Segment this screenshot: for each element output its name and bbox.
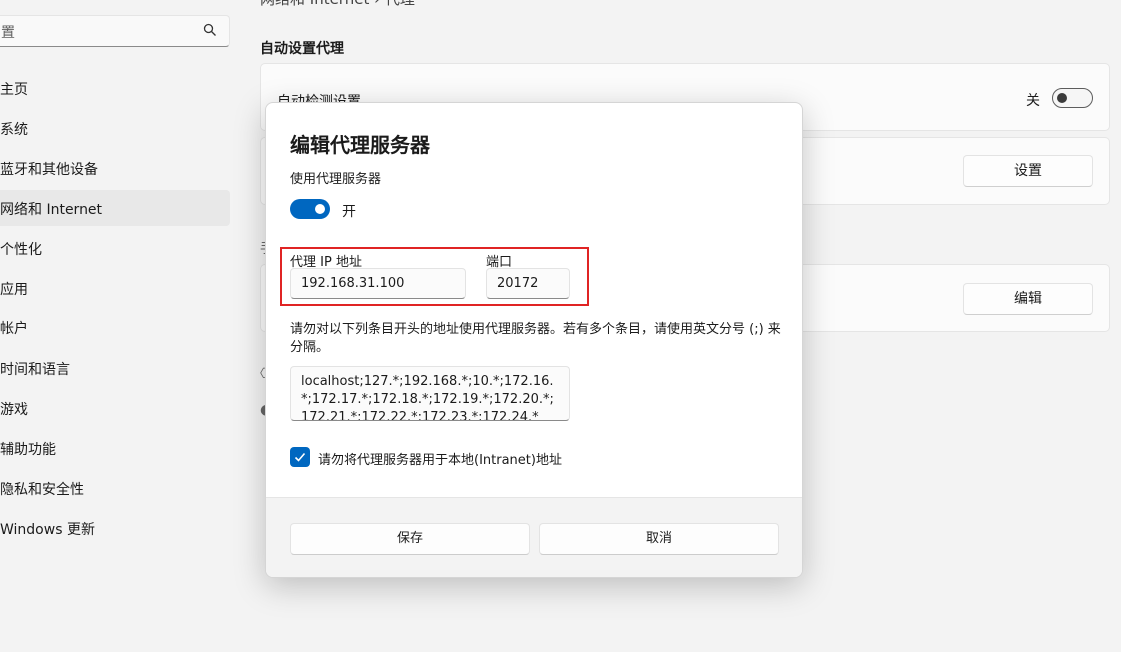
edit-button[interactable]: 编辑	[963, 283, 1093, 315]
sidebar-item-apps[interactable]: 应用	[0, 270, 230, 306]
dialog-footer: 保存 取消	[266, 497, 802, 577]
toggle-knob	[315, 204, 325, 214]
search-input[interactable]: 置	[0, 15, 230, 47]
sidebar-item-accounts[interactable]: 帐户	[0, 309, 230, 345]
toggle-knob	[1057, 93, 1067, 103]
sidebar-item-accessibility[interactable]: 辅助功能	[0, 430, 230, 466]
sidebar-item-label: Windows 更新	[0, 522, 95, 538]
local-address-checkbox[interactable]	[290, 447, 310, 467]
sidebar-item-label: 时间和语言	[0, 362, 70, 378]
sidebar-item-time-language[interactable]: 时间和语言	[0, 350, 230, 386]
setup-button[interactable]: 设置	[963, 155, 1093, 187]
sidebar-item-label: 应用	[0, 282, 28, 298]
exceptions-description: 请勿对以下列条目开头的地址使用代理服务器。若有多个条目，请使用英文分号 (;) …	[290, 322, 781, 355]
auto-proxy-section-title: 自动设置代理	[260, 41, 344, 57]
sidebar: 置 主页 系统 蓝牙和其他设备 网络和 Internet 个性化 应用 帐户 时…	[0, 0, 240, 652]
sidebar-item-gaming[interactable]: 游戏	[0, 390, 230, 426]
search-icon[interactable]	[203, 23, 217, 37]
port-input[interactable]: 20172	[486, 268, 570, 299]
use-proxy-toggle[interactable]	[290, 199, 330, 219]
sidebar-item-personalization[interactable]: 个性化	[0, 230, 230, 266]
edit-proxy-dialog: 编辑代理服务器 使用代理服务器 开 代理 IP 地址 192.168.31.10…	[265, 102, 803, 578]
save-button[interactable]: 保存	[290, 523, 530, 555]
check-icon	[294, 452, 306, 462]
breadcrumb: 网络和 Internet › 代理	[260, 0, 415, 9]
sidebar-item-label: 游戏	[0, 402, 28, 418]
sidebar-item-label: 系统	[0, 122, 28, 138]
sidebar-item-privacy[interactable]: 隐私和安全性	[0, 470, 230, 506]
use-proxy-label: 使用代理服务器	[290, 172, 382, 187]
sidebar-item-label: 帐户	[0, 321, 28, 337]
sidebar-item-network[interactable]: 网络和 Internet	[0, 190, 230, 226]
exceptions-input[interactable]: localhost;127.*;192.168.*;10.*;172.16.*;…	[290, 366, 570, 421]
sidebar-item-label: 主页	[0, 82, 28, 98]
auto-detect-toggle[interactable]	[1052, 88, 1093, 108]
sidebar-item-bluetooth[interactable]: 蓝牙和其他设备	[0, 150, 230, 186]
sidebar-item-windows-update[interactable]: Windows 更新	[0, 510, 230, 546]
sidebar-item-label: 个性化	[0, 242, 42, 258]
local-address-checkbox-label: 请勿将代理服务器用于本地(Intranet)地址	[318, 453, 562, 468]
auto-detect-state: 关	[1026, 93, 1040, 109]
ip-address-input[interactable]: 192.168.31.100	[290, 268, 466, 299]
sidebar-item-home[interactable]: 主页	[0, 70, 230, 106]
dialog-title: 编辑代理服务器	[290, 133, 430, 157]
search-placeholder: 置	[1, 25, 15, 41]
sidebar-item-system[interactable]: 系统	[0, 110, 230, 146]
sidebar-item-label: 辅助功能	[0, 442, 56, 458]
sidebar-item-label: 隐私和安全性	[0, 482, 84, 498]
cancel-button[interactable]: 取消	[539, 523, 779, 555]
sidebar-item-label: 蓝牙和其他设备	[0, 162, 98, 178]
sidebar-item-label: 网络和 Internet	[0, 202, 103, 218]
use-proxy-state: 开	[342, 204, 356, 220]
